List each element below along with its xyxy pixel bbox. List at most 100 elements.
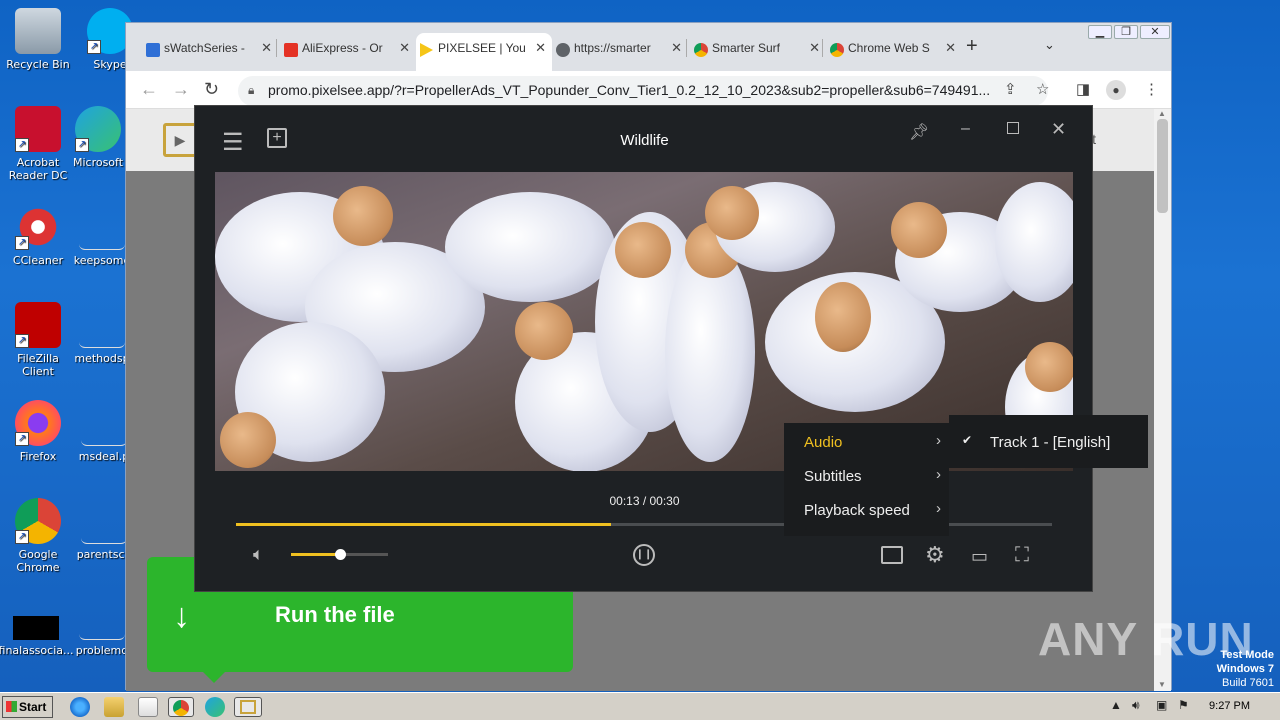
scroll-down-icon[interactable]: ▼ [1158, 680, 1166, 689]
flag-tray-icon[interactable]: ⚑ [1178, 698, 1189, 712]
download-arrow-icon: ↓ [173, 597, 190, 635]
firefox-icon: ↗ [15, 400, 61, 446]
new-tab-icon[interactable]: + [966, 35, 978, 58]
desktop-icon-chrome[interactable]: ↗ Google Chrome [0, 498, 76, 574]
reload-icon[interactable]: ↻ [204, 79, 219, 100]
minimize-button[interactable]: ▁ [1088, 25, 1112, 39]
tray-expand-icon[interactable]: ▲ [1110, 698, 1122, 712]
kebab-menu-icon[interactable]: ⋮ [1144, 80, 1159, 98]
volume-slider[interactable] [291, 549, 388, 560]
chrome-favicon [830, 43, 844, 57]
tab-smarter-surf[interactable]: Smarter Surf ✕ [690, 33, 826, 71]
volume-tray-icon[interactable]: 🔊︎ [1132, 698, 1140, 713]
media-player-icon[interactable] [138, 697, 158, 717]
globe-favicon [556, 43, 570, 57]
tab-chrome-web-store[interactable]: Chrome Web S ✕ [826, 33, 962, 71]
seek-bar-progress [236, 523, 612, 526]
edge-icon: ↗ [75, 106, 121, 152]
pin-icon[interactable]: 📌︎ [909, 122, 929, 142]
address-bar[interactable]: 🔒︎ promo.pixelsee.app/?r=PropellerAds_VT… [238, 76, 1048, 106]
acrobat-icon: ↗ [15, 106, 61, 152]
audio-track-submenu[interactable]: ✔ Track 1 - [English] [949, 415, 1148, 468]
player-close-icon[interactable]: ✕ [1051, 119, 1066, 140]
cast-icon[interactable]: ▭ [971, 546, 988, 567]
watchseries-favicon [146, 43, 160, 57]
windows-flag-icon [6, 701, 17, 712]
settings-menu: Audio › Subtitles › Playback speed › [784, 423, 949, 536]
tab-aliexpress[interactable]: AliExpress - Or ✕ [280, 33, 416, 71]
start-button[interactable]: Start [2, 696, 53, 718]
volume-knob[interactable] [334, 549, 346, 560]
close-tab-icon[interactable]: ✕ [945, 40, 956, 56]
desktop-icon-recycle-bin[interactable]: Recycle Bin [0, 8, 76, 71]
recycle-bin-icon [15, 8, 61, 54]
lock-icon: 🔒︎ [248, 83, 255, 97]
close-tab-icon[interactable]: ✕ [809, 40, 820, 56]
video-player-window: ☰ + Wildlife 📌︎ – ✕ 00:13 / 00:30 🔈︎ ❙❙ … [194, 105, 1093, 592]
ccleaner-icon: ↗ [15, 204, 61, 250]
chevron-right-icon: › [936, 466, 941, 483]
chrome-favicon [694, 43, 708, 57]
gear-icon[interactable]: ⚙ [925, 542, 945, 568]
test-mode-notice: Test Mode Windows 7 Build 7601 [1216, 649, 1274, 689]
scroll-thumb[interactable] [1157, 119, 1168, 213]
player-maximize-icon[interactable] [1007, 122, 1019, 134]
close-tab-icon[interactable]: ✕ [261, 40, 272, 56]
taskbar-clock[interactable]: 9:27 PM [1209, 700, 1250, 712]
profile-icon[interactable]: ● [1106, 80, 1126, 100]
edge-taskbar-icon[interactable] [205, 697, 225, 717]
tab-watchseries[interactable]: sWatchSeries - ✕ [142, 33, 278, 71]
menu-item-playback-speed[interactable]: Playback speed › [784, 493, 949, 527]
close-tab-icon[interactable]: ✕ [671, 40, 682, 56]
player-title: Wildlife [620, 132, 669, 149]
desktop-icon-firefox[interactable]: ↗ Firefox [0, 400, 76, 463]
fullscreen-icon[interactable]: ⛶ [1015, 544, 1029, 567]
chrome-icon: ↗ [15, 498, 61, 544]
browser-toolbar: ← → ↻ 🔒︎ promo.pixelsee.app/?r=Propeller… [126, 71, 1171, 109]
page-scrollbar[interactable]: ▲ ▼ [1154, 109, 1171, 691]
forward-icon[interactable]: → [172, 79, 190, 100]
menu-item-audio[interactable]: Audio › [784, 425, 949, 459]
chevron-right-icon: › [936, 500, 941, 517]
pause-icon[interactable]: ❙❙ [633, 544, 655, 566]
pixelsee-favicon [420, 43, 433, 57]
side-panel-icon[interactable]: ◨ [1076, 80, 1090, 98]
share-icon[interactable]: ⇪ [1004, 80, 1017, 98]
bookmark-star-icon[interactable]: ☆ [1036, 80, 1049, 98]
file-icon [81, 498, 127, 544]
site-logo-icon[interactable]: ▶ [163, 123, 197, 157]
player-minimize-icon[interactable]: – [961, 120, 970, 138]
ie-icon[interactable] [70, 697, 90, 717]
tab-smarter-url[interactable]: https://smarter ✕ [552, 33, 688, 71]
chevron-right-icon: › [936, 432, 941, 449]
file-icon [81, 400, 127, 446]
network-tray-icon[interactable]: ▣ [1156, 698, 1167, 712]
aliexpress-favicon [284, 43, 298, 57]
checkmark-icon: ✔ [962, 433, 973, 447]
close-window-button[interactable]: ✕ [1140, 25, 1170, 39]
file-icon [79, 204, 125, 250]
filezilla-icon: ↗ [15, 302, 61, 348]
back-icon[interactable]: ← [140, 79, 158, 100]
chevron-down-icon[interactable]: ⌄ [1044, 37, 1055, 53]
maximize-button[interactable]: ❐ [1114, 25, 1138, 39]
subtitles-icon[interactable] [881, 546, 903, 564]
run-file-label: Run the file [275, 602, 395, 627]
desktop-icon-finalassocia[interactable]: finalassocia... [0, 616, 74, 657]
close-tab-icon[interactable]: ✕ [535, 40, 546, 56]
volume-level [291, 553, 340, 556]
playback-time: 00:13 / 00:30 [609, 494, 680, 508]
explorer-icon[interactable] [104, 697, 124, 717]
volume-icon[interactable]: 🔈︎ [253, 544, 264, 565]
file-icon [79, 616, 125, 640]
file-icon [13, 616, 59, 640]
file-icon [79, 302, 125, 348]
taskbar: Start ▲ 🔊︎ ▣ ⚑ 9:27 PM [0, 692, 1280, 720]
scroll-up-icon[interactable]: ▲ [1158, 109, 1166, 118]
audio-track-label: Track 1 - [English] [990, 434, 1111, 451]
chrome-taskbar-icon[interactable] [168, 697, 194, 717]
pixelsee-taskbar-icon[interactable] [234, 697, 262, 717]
tab-pixelsee[interactable]: PIXELSEE | You ✕ [416, 33, 552, 71]
menu-item-subtitles[interactable]: Subtitles › [784, 459, 949, 493]
close-tab-icon[interactable]: ✕ [399, 40, 410, 56]
